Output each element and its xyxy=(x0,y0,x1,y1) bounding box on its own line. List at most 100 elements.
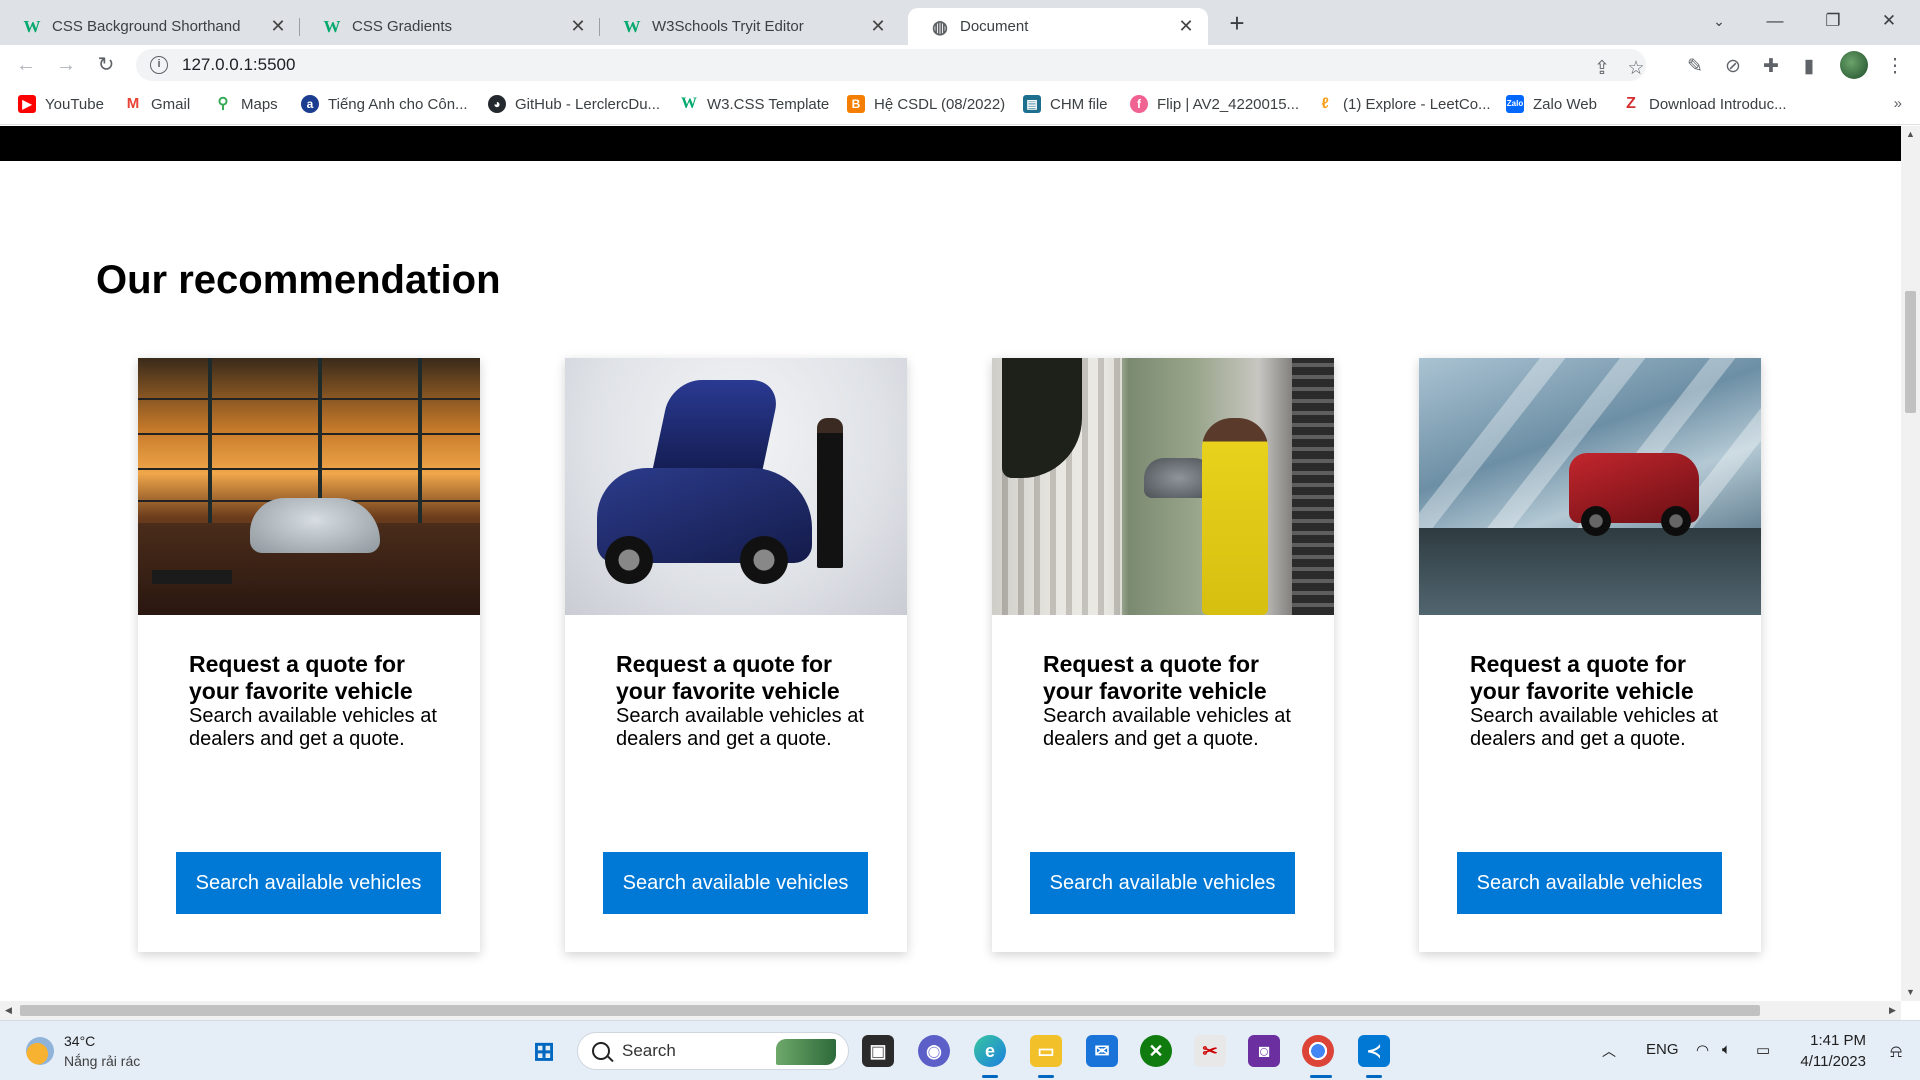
globe-icon: ◍ xyxy=(932,16,948,37)
horizontal-scroll-thumb[interactable] xyxy=(20,1005,1760,1016)
bookmarks-overflow-button[interactable]: » xyxy=(1894,95,1902,112)
menu-kebab-icon[interactable]: ⋮ xyxy=(1882,54,1908,80)
bookmark-star-icon[interactable]: ☆ xyxy=(1620,53,1652,85)
windows-start-icon[interactable]: ⊞ xyxy=(528,1035,560,1067)
chm-file-icon: ▤ xyxy=(1023,95,1041,113)
z-library-icon: Z xyxy=(1622,95,1640,113)
w3schools-icon: W xyxy=(623,16,641,36)
card-description: Search available vehicles at dealers and… xyxy=(616,705,864,750)
restore-button[interactable]: ❐ xyxy=(1810,6,1856,36)
bookmark-chm-file[interactable]: ▤ CHM file xyxy=(1023,95,1108,113)
card-text: Request a quote for your favorite vehicl… xyxy=(616,651,876,751)
w3schools-icon: W xyxy=(23,16,41,36)
scroll-right-arrow-icon[interactable]: ▶ xyxy=(1884,1001,1901,1020)
bookmark-tieng-anh[interactable]: a Tiếng Anh cho Côn... xyxy=(301,95,468,113)
page-viewport: Our recommendation Request a quote for y… xyxy=(0,126,1901,1001)
forward-button[interactable]: → xyxy=(50,49,82,81)
mail-icon[interactable]: ✉ xyxy=(1086,1035,1118,1067)
card-text: Request a quote for your favorite vehicl… xyxy=(1470,651,1730,751)
tab-css-background-shorthand[interactable]: W CSS Background Shorthand ✕ xyxy=(0,8,300,45)
card-description: Search available vehicles at dealers and… xyxy=(189,705,437,750)
close-tab-icon[interactable]: ✕ xyxy=(568,16,588,37)
minimize-button[interactable]: — xyxy=(1752,6,1798,36)
bookmark-github[interactable]: ◕ GitHub - LerclercDu... xyxy=(488,95,660,113)
woman-with-phone-image xyxy=(992,358,1334,615)
card-title: Request a quote for your favorite vehicl… xyxy=(1043,651,1267,704)
extensions-puzzle-icon[interactable]: ✚ xyxy=(1758,54,1784,80)
card-text: Request a quote for your favorite vehicl… xyxy=(189,651,449,751)
horizontal-scrollbar[interactable]: ◀ ▶ xyxy=(0,1001,1901,1020)
edge-icon[interactable]: e xyxy=(974,1035,1006,1067)
site-info-icon[interactable]: i xyxy=(150,56,168,74)
bookmark-zalo-web[interactable]: Zalo Zalo Web xyxy=(1506,95,1597,113)
w3schools-icon: W xyxy=(323,16,341,36)
search-vehicles-button[interactable]: Search available vehicles xyxy=(603,852,868,914)
bookmark-youtube[interactable]: ▶ YouTube xyxy=(18,95,104,113)
wifi-icon[interactable]: ◠ xyxy=(1696,1041,1709,1059)
show-hidden-icons-chevron-icon[interactable]: ︿ xyxy=(1602,1041,1616,1061)
scroll-down-arrow-icon[interactable]: ▼ xyxy=(1901,984,1920,1001)
weather-description[interactable]: Nắng rải rác xyxy=(64,1053,140,1069)
file-explorer-icon[interactable]: ▭ xyxy=(1030,1035,1062,1067)
app-icon[interactable]: ◙ xyxy=(1248,1035,1280,1067)
bookmark-maps[interactable]: ⚲ Maps xyxy=(214,95,278,113)
vertical-scrollbar[interactable]: ▲ ▼ xyxy=(1901,126,1920,1001)
section-heading: Our recommendation xyxy=(96,258,501,302)
back-button[interactable]: ← xyxy=(10,49,42,81)
close-tab-icon[interactable]: ✕ xyxy=(268,16,288,37)
recommendation-card: Request a quote for your favorite vehicl… xyxy=(138,358,480,952)
xbox-icon[interactable]: ✕ xyxy=(1140,1035,1172,1067)
notification-bell-icon[interactable]: ⍾ xyxy=(1890,1041,1902,1062)
search-vehicles-button[interactable]: Search available vehicles xyxy=(1030,852,1295,914)
address-bar[interactable]: i 127.0.0.1:5500 ⇪ ☆ xyxy=(136,49,1646,81)
tab-search-button[interactable]: ⌄ xyxy=(1696,6,1742,36)
chrome-icon[interactable] xyxy=(1302,1035,1334,1067)
share-icon[interactable]: ⇪ xyxy=(1586,53,1618,85)
tab-strip: W CSS Background Shorthand ✕ W CSS Gradi… xyxy=(0,0,1920,45)
extension-pen-icon[interactable]: ✎ xyxy=(1682,54,1708,80)
system-clock[interactable]: 1:41 PM 4/11/2023 xyxy=(1800,1030,1866,1072)
bookmark-flip[interactable]: f Flip | AV2_4220015... xyxy=(1130,95,1299,113)
side-panel-icon[interactable]: ▮ xyxy=(1796,54,1822,80)
url-text: 127.0.0.1:5500 xyxy=(182,55,296,74)
scroll-left-arrow-icon[interactable]: ◀ xyxy=(0,1001,17,1020)
snipping-tool-icon[interactable]: ✂ xyxy=(1194,1035,1226,1067)
search-vehicles-button[interactable]: Search available vehicles xyxy=(176,852,441,914)
close-tab-icon[interactable]: ✕ xyxy=(868,16,888,37)
card-description: Search available vehicles at dealers and… xyxy=(1043,705,1291,750)
tab-title: CSS Gradients xyxy=(352,18,453,35)
task-view-icon[interactable]: ▣ xyxy=(862,1035,894,1067)
flip-icon: f xyxy=(1130,95,1148,113)
tab-title: W3Schools Tryit Editor xyxy=(652,18,804,35)
battery-icon[interactable]: ▭ xyxy=(1756,1041,1770,1059)
input-language[interactable]: ENG xyxy=(1646,1041,1679,1058)
bookmark-gmail[interactable]: M Gmail xyxy=(124,95,190,113)
weather-partly-sunny-icon[interactable] xyxy=(26,1037,54,1065)
taskbar-search-box[interactable]: Search xyxy=(577,1032,849,1070)
new-tab-button[interactable]: + xyxy=(1222,8,1252,38)
bookmark-download-introduc[interactable]: Z Download Introduc... xyxy=(1622,95,1787,113)
weather-temperature[interactable]: 34°C xyxy=(64,1033,95,1049)
tab-css-gradients[interactable]: W CSS Gradients ✕ xyxy=(300,8,600,45)
volume-icon[interactable]: 🔈︎ xyxy=(1722,1041,1731,1058)
tab-document[interactable]: ◍ Document ✕ xyxy=(908,8,1208,45)
card-text: Request a quote for your favorite vehicl… xyxy=(1043,651,1303,751)
teams-chat-icon[interactable]: ◉ xyxy=(918,1035,950,1067)
maps-pin-icon: ⚲ xyxy=(214,95,232,113)
compass-extension-icon[interactable]: ⊘ xyxy=(1720,54,1746,80)
bookmark-he-csdl[interactable]: B Hệ CSDL (08/2022) xyxy=(847,95,1005,113)
tab-w3schools-tryit-editor[interactable]: W W3Schools Tryit Editor ✕ xyxy=(600,8,900,45)
vscode-icon[interactable]: ≺ xyxy=(1358,1035,1390,1067)
showroom-garage-image xyxy=(138,358,480,615)
recommendation-card: Request a quote for your favorite vehicl… xyxy=(992,358,1334,952)
profile-avatar[interactable] xyxy=(1840,51,1868,79)
search-vehicles-button[interactable]: Search available vehicles xyxy=(1457,852,1722,914)
scroll-up-arrow-icon[interactable]: ▲ xyxy=(1901,126,1920,143)
close-tab-icon[interactable]: ✕ xyxy=(1176,16,1196,37)
bookmark-leetcode[interactable]: ℓ (1) Explore - LeetCo... xyxy=(1316,95,1491,113)
close-window-button[interactable]: ✕ xyxy=(1866,6,1912,36)
vertical-scroll-thumb[interactable] xyxy=(1905,291,1916,413)
reload-button[interactable]: ↻ xyxy=(90,49,122,81)
page-header-bar xyxy=(0,126,1901,161)
bookmark-w3css-template[interactable]: W W3.CSS Template xyxy=(680,95,829,113)
